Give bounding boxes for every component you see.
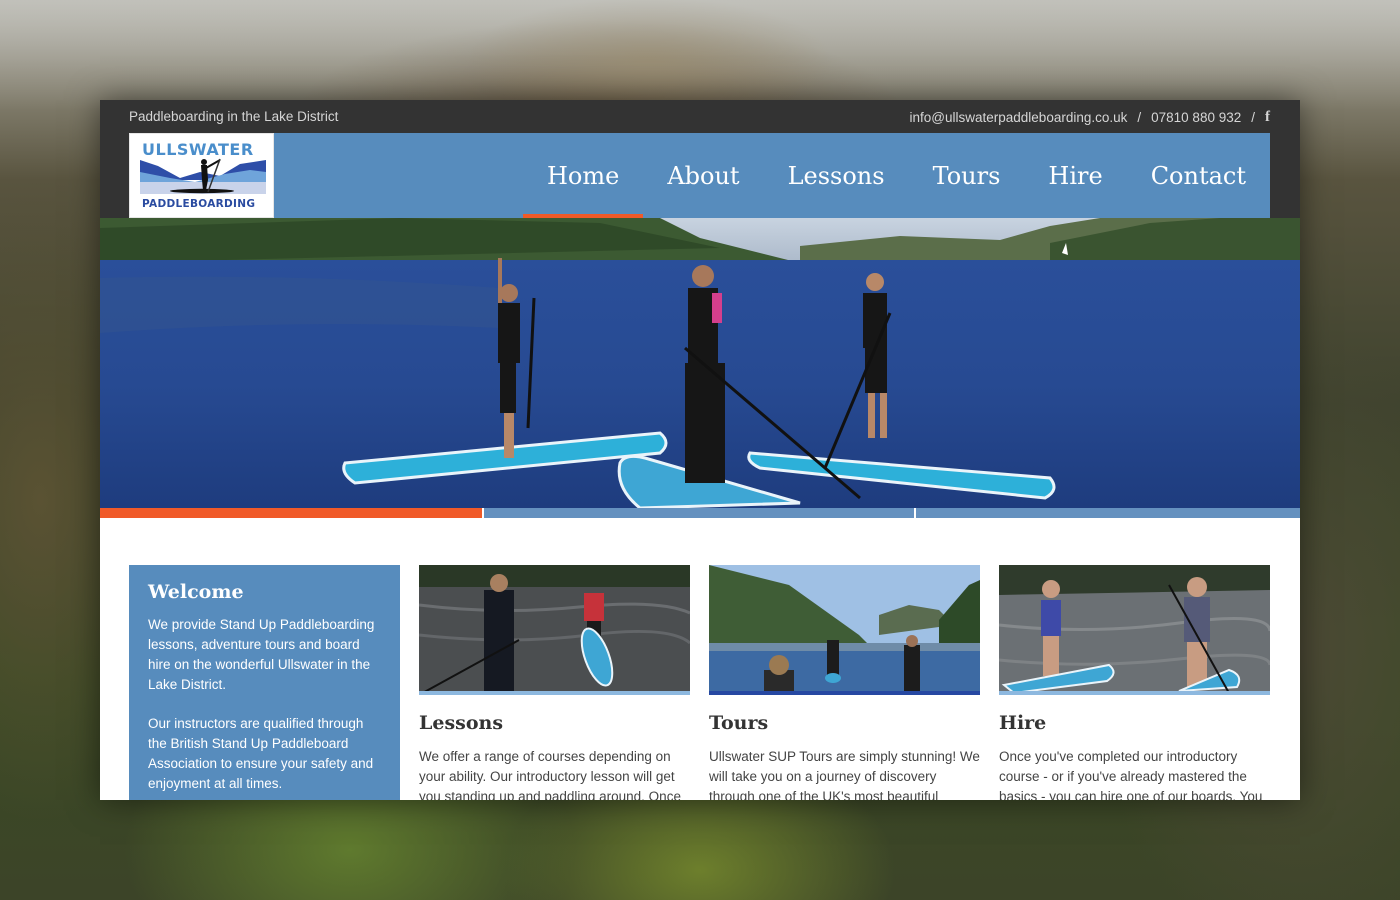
hero-paddleboarders-photo <box>100 218 1300 508</box>
nav-item-lessons[interactable]: Lessons <box>764 133 909 218</box>
card-title: Tours <box>709 712 769 734</box>
card-hire: Hire Once you've completed our introduct… <box>999 565 1270 800</box>
nav-item-tours[interactable]: Tours <box>909 133 1025 218</box>
hero-slider-image <box>100 218 1300 508</box>
card-text: Once you've completed our introductory c… <box>999 749 1263 800</box>
separator: / <box>1137 110 1142 125</box>
nav-item-about[interactable]: About <box>643 133 763 218</box>
hire-photo[interactable] <box>999 565 1270 695</box>
welcome-title: Welcome <box>148 581 244 603</box>
paddleboarder-logo-icon <box>140 158 266 194</box>
website-preview: Paddleboarding in the Lake District info… <box>100 100 1300 800</box>
phone-link[interactable]: 07810 880 932 <box>1151 110 1241 125</box>
slide-indicator-1[interactable] <box>100 508 482 518</box>
nav-item-contact[interactable]: Contact <box>1127 133 1270 218</box>
welcome-paragraph: We provide Stand Up Paddleboarding lesso… <box>148 617 375 692</box>
site-logo[interactable]: ULLSWATER PADDLEBOARDING <box>129 133 274 218</box>
card-title: Lessons <box>419 712 504 734</box>
main-navigation: Home About Lessons Tours Hire Contact <box>522 133 1270 218</box>
card-text: We offer a range of courses depending on… <box>419 749 681 800</box>
card-text: Ullswater SUP Tours are simply stunning!… <box>709 749 980 800</box>
logo-title: ULLSWATER <box>142 140 254 159</box>
email-link[interactable]: info@ullswaterpaddleboarding.co.uk <box>910 110 1128 125</box>
contact-info: info@ullswaterpaddleboarding.co.uk / 078… <box>910 109 1270 126</box>
tours-photo[interactable] <box>709 565 980 695</box>
slide-indicator-2[interactable] <box>484 508 914 518</box>
welcome-panel: Welcome We provide Stand Up Paddleboardi… <box>129 565 400 800</box>
logo-subtitle: PADDLEBOARDING <box>142 198 256 210</box>
nav-item-hire[interactable]: Hire <box>1024 133 1126 218</box>
card-title: Hire <box>999 712 1047 734</box>
nav-item-home[interactable]: Home <box>522 133 644 218</box>
site-header: ULLSWATER PADDLEBOARDING Home About Less… <box>129 133 1270 218</box>
welcome-paragraph: Our instructors are qualified through th… <box>148 716 374 791</box>
site-tagline: Paddleboarding in the Lake District <box>129 109 339 124</box>
card-tours: Tours Ullswater SUP Tours are simply stu… <box>709 565 980 800</box>
separator: / <box>1251 110 1255 125</box>
lessons-photo[interactable] <box>419 565 690 695</box>
card-lessons: Lessons We offer a range of courses depe… <box>419 565 690 800</box>
slider-pagination <box>100 508 1300 518</box>
facebook-icon[interactable]: f <box>1265 109 1270 126</box>
slide-indicator-3[interactable] <box>916 508 1300 518</box>
background-fog <box>0 0 1400 110</box>
